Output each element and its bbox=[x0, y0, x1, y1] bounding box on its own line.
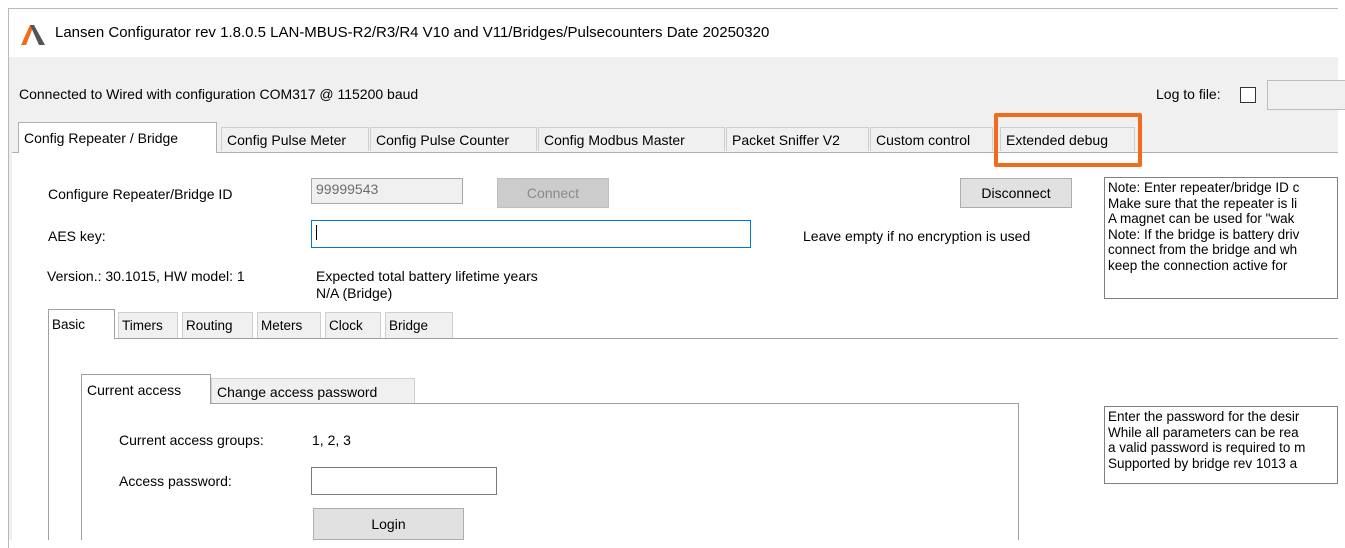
repeater-id-field[interactable]: 99999543 bbox=[311, 178, 463, 204]
note-line: Note: Enter repeater/bridge ID c bbox=[1108, 180, 1300, 195]
subtab-meters[interactable]: Meters bbox=[257, 312, 321, 338]
subtab-bridge[interactable]: Bridge bbox=[385, 312, 453, 338]
login-button[interactable]: Login bbox=[313, 508, 464, 540]
window-title: Lansen Configurator rev 1.8.0.5 LAN-MBUS… bbox=[55, 24, 770, 41]
connect-button[interactable]: Connect bbox=[497, 178, 609, 208]
tab-change-access-password[interactable]: Change access password bbox=[211, 378, 415, 404]
subtab-basic[interactable]: Basic bbox=[48, 309, 115, 339]
current-access-panel bbox=[81, 403, 1019, 540]
help-line: Enter the password for the desir bbox=[1108, 409, 1300, 424]
aes-key-hint: Leave empty if no encryption is used bbox=[803, 228, 1031, 244]
lansen-logo-icon bbox=[21, 25, 45, 45]
help-line: While all parameters can be rea bbox=[1108, 424, 1299, 440]
help-line: Supported by bridge rev 1013 a bbox=[1108, 455, 1298, 471]
repeater-note-box: Note: Enter repeater/bridge ID c Make su… bbox=[1104, 177, 1338, 299]
tab-config-modbus-master[interactable]: Config Modbus Master bbox=[538, 127, 725, 151]
tab-config-pulse-meter[interactable]: Config Pulse Meter bbox=[221, 127, 369, 151]
subtab-clock[interactable]: Clock bbox=[325, 312, 381, 338]
version-text: Version.: 30.1015, HW model: 1 bbox=[47, 268, 245, 284]
repeater-id-label: Configure Repeater/Bridge ID bbox=[48, 186, 233, 202]
log-to-file-label: Log to file: bbox=[1156, 86, 1221, 102]
access-password-label: Access password: bbox=[119, 473, 232, 489]
extended-debug-highlight bbox=[994, 113, 1142, 167]
text-caret bbox=[316, 224, 317, 240]
access-groups-value: 1, 2, 3 bbox=[312, 432, 351, 448]
access-password-field[interactable] bbox=[311, 467, 497, 495]
tab-current-access[interactable]: Current access bbox=[81, 374, 211, 404]
tab-config-pulse-counter[interactable]: Config Pulse Counter bbox=[370, 127, 537, 151]
access-help-box: Enter the password for the desir While a… bbox=[1104, 406, 1338, 484]
battery-lifetime-value: N/A (Bridge) bbox=[316, 285, 393, 301]
access-groups-label: Current access groups: bbox=[119, 432, 264, 448]
subtab-routing[interactable]: Routing bbox=[182, 312, 253, 338]
log-to-file-checkbox[interactable] bbox=[1240, 87, 1256, 103]
note-line: A magnet can be used for "wak bbox=[1108, 211, 1295, 226]
note-line: Note: If the bridge is battery driv bbox=[1108, 226, 1300, 242]
note-line: connect from the bridge and wh bbox=[1108, 242, 1298, 257]
tab-config-repeater-bridge[interactable]: Config Repeater / Bridge bbox=[18, 122, 217, 153]
battery-lifetime-label: Expected total battery lifetime years bbox=[316, 268, 538, 284]
note-line: keep the connection active for bbox=[1108, 257, 1288, 273]
log-file-path-field[interactable] bbox=[1267, 80, 1345, 110]
aes-key-field[interactable] bbox=[311, 220, 751, 248]
connection-status: Connected to Wired with configuration CO… bbox=[19, 86, 419, 102]
subtab-timers[interactable]: Timers bbox=[118, 312, 178, 338]
tab-custom-control[interactable]: Custom control bbox=[870, 127, 993, 151]
disconnect-button[interactable]: Disconnect bbox=[960, 178, 1072, 208]
note-line: Make sure that the repeater is li bbox=[1108, 195, 1298, 211]
help-line: a valid password is required to m bbox=[1108, 440, 1306, 455]
aes-key-label: AES key: bbox=[48, 228, 106, 244]
tab-packet-sniffer-v2[interactable]: Packet Sniffer V2 bbox=[726, 127, 869, 151]
